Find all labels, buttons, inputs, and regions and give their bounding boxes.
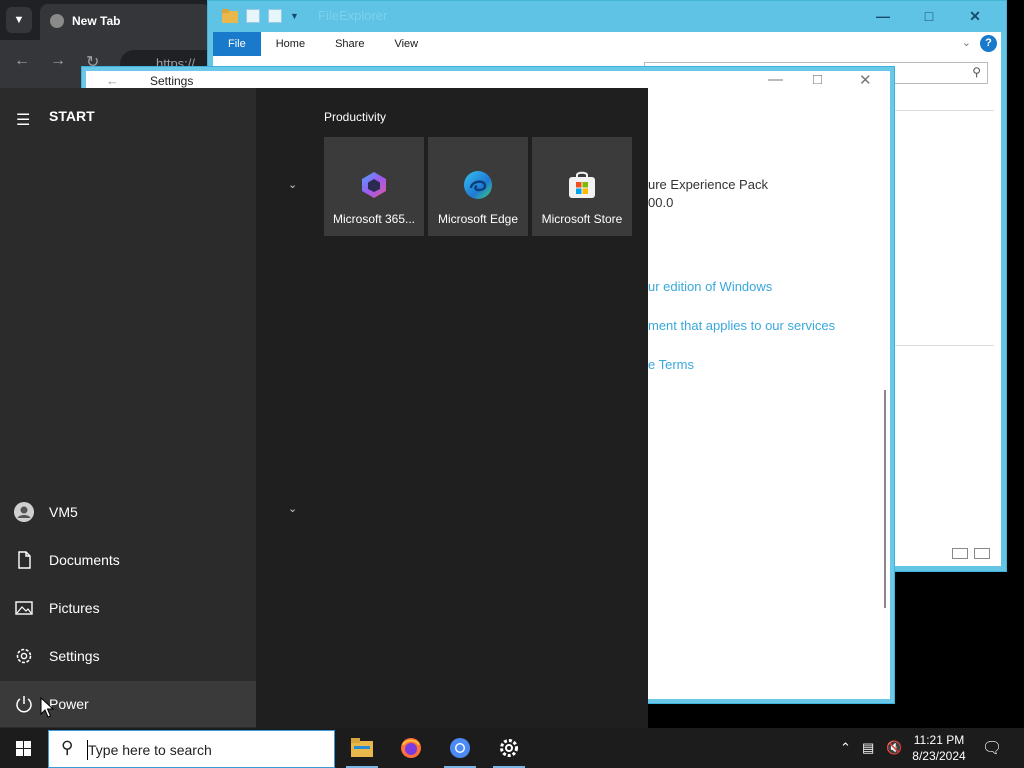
microsoft-365-icon — [362, 172, 386, 198]
gear-icon — [14, 646, 34, 666]
clock-date: 8/23/2024 — [912, 749, 966, 763]
taskbar-app-settings[interactable] — [485, 728, 533, 768]
windows-spec-text: ure Experience Pack — [648, 177, 768, 192]
nav-item-settings[interactable]: Settings — [0, 633, 256, 679]
explorer-title: FileExplorer — [318, 8, 388, 23]
nav-item-power[interactable]: Power — [0, 681, 256, 727]
windows-logo-icon — [16, 749, 23, 756]
notifications-icon[interactable]: 🗨 — [982, 738, 1002, 758]
document-icon — [14, 550, 34, 570]
tile-microsoft-edge[interactable]: Microsoft Edge — [428, 137, 528, 236]
settings-icon — [500, 739, 518, 757]
nav-item-pictures[interactable]: Pictures — [0, 585, 256, 631]
tile-label: Microsoft Store — [541, 212, 623, 226]
start-button[interactable] — [16, 741, 32, 757]
close-button[interactable]: ✕ — [859, 71, 872, 89]
tab-title: New Tab — [72, 14, 121, 28]
taskbar-app-firefox[interactable] — [387, 728, 435, 768]
ribbon-tab-view[interactable]: View — [379, 32, 433, 56]
scrollbar[interactable] — [884, 390, 886, 608]
mouse-cursor-icon — [40, 697, 54, 718]
chevron-down-icon[interactable]: ⌄ — [288, 502, 297, 515]
large-icons-view-icon[interactable] — [974, 548, 990, 559]
tile-label: Microsoft 365... — [332, 212, 416, 226]
file-explorer-icon — [351, 738, 373, 757]
view-toggle — [952, 548, 990, 559]
maximize-button[interactable]: □ — [813, 71, 822, 88]
tile-label: Microsoft Edge — [437, 212, 519, 226]
back-icon[interactable]: ← — [106, 73, 119, 88]
chevron-up-icon[interactable]: ⌃ — [840, 740, 851, 756]
start-left-rail: ☰ START VM5 Documents Pictures Settings … — [0, 88, 256, 728]
tile-microsoft-365[interactable]: Microsoft 365... — [324, 137, 424, 236]
upgrade-edition-link[interactable]: ur edition of Windows — [648, 279, 772, 294]
chevron-down-icon[interactable]: ⌄ — [288, 178, 297, 191]
quick-access-toolbar: ▼ — [222, 9, 304, 23]
start-header: START — [49, 108, 95, 124]
minimize-button[interactable]: — — [860, 1, 906, 32]
forward-icon[interactable]: → — [50, 52, 66, 70]
ribbon-tab-home[interactable]: Home — [261, 32, 320, 56]
tile-group-title: Productivity — [324, 110, 387, 124]
hamburger-menu-icon[interactable]: ☰ — [16, 110, 30, 130]
details-view-icon[interactable] — [952, 548, 968, 559]
license-terms-link[interactable]: e Terms — [648, 357, 694, 372]
user-icon — [14, 502, 34, 522]
nav-item-label: VM5 — [49, 504, 78, 520]
start-menu: ☰ START VM5 Documents Pictures Settings … — [0, 88, 648, 728]
explorer-titlebar[interactable]: ▼ FileExplorer — □ ✕ — [208, 1, 1006, 32]
desktop: ▼ New Tab ← → ↻ https:// ▼ FileExplorer — [0, 0, 1024, 728]
firefox-icon — [401, 738, 421, 758]
maximize-button[interactable]: □ — [906, 1, 952, 32]
chrome-icon — [450, 738, 470, 758]
ribbon-tab-file[interactable]: File — [213, 32, 261, 56]
windows-logo-icon — [24, 749, 31, 756]
store-icon — [569, 171, 595, 198]
folder-icon — [222, 9, 238, 23]
help-icon[interactable]: ? — [980, 35, 997, 52]
pictures-icon — [14, 598, 34, 618]
power-icon — [14, 694, 34, 714]
windows-logo-icon — [16, 741, 23, 748]
back-icon[interactable]: ← — [14, 52, 30, 70]
explorer-ribbon: File Home Share View ⌄ ? — [213, 32, 1001, 56]
minimize-button[interactable]: — — [768, 71, 783, 88]
clock-time: 11:21 PM — [913, 733, 965, 747]
divider — [894, 110, 994, 111]
tab-favicon-icon — [50, 14, 64, 28]
nav-item-label: Documents — [49, 552, 120, 568]
windows-logo-icon — [24, 741, 31, 748]
new-folder-icon[interactable] — [268, 9, 282, 23]
properties-icon[interactable] — [246, 9, 260, 23]
qat-dropdown-icon[interactable]: ▼ — [290, 9, 304, 23]
taskbar-search-input[interactable]: ⚲ Type here to search — [48, 730, 335, 768]
clock[interactable]: 11:21 PM 8/23/2024 — [906, 732, 972, 764]
tile-microsoft-store[interactable]: Microsoft Store — [532, 137, 632, 236]
search-placeholder: Type here to search — [88, 742, 212, 758]
tab-search-button[interactable]: ▼ — [6, 7, 32, 33]
nav-item-user[interactable]: VM5 — [0, 489, 256, 535]
search-icon: ⚲ — [61, 738, 74, 757]
ribbon-tab-share[interactable]: Share — [320, 32, 379, 56]
browser-tab[interactable]: New Tab — [40, 4, 210, 40]
edge-icon — [464, 171, 492, 199]
search-icon: ⚲ — [972, 65, 981, 79]
nav-item-label: Pictures — [49, 600, 100, 616]
network-icon[interactable]: ▤ — [862, 740, 874, 756]
services-agreement-link[interactable]: ment that applies to our services — [648, 318, 835, 333]
divider — [894, 345, 994, 346]
settings-title: Settings — [150, 74, 194, 88]
expand-ribbon-icon[interactable]: ⌄ — [962, 36, 971, 49]
nav-item-label: Settings — [49, 648, 100, 664]
volume-muted-icon[interactable]: 🔇 — [886, 740, 902, 756]
nav-item-label: Power — [49, 696, 89, 712]
taskbar-app-file-explorer[interactable] — [338, 728, 386, 768]
taskbar: ⚲ Type here to search ⌃ ▤ 🔇 11:21 PM 8/2… — [0, 728, 1024, 768]
version-text: 00.0 — [648, 195, 674, 210]
taskbar-app-chrome[interactable] — [436, 728, 484, 768]
close-button[interactable]: ✕ — [952, 1, 998, 32]
nav-item-documents[interactable]: Documents — [0, 537, 256, 583]
